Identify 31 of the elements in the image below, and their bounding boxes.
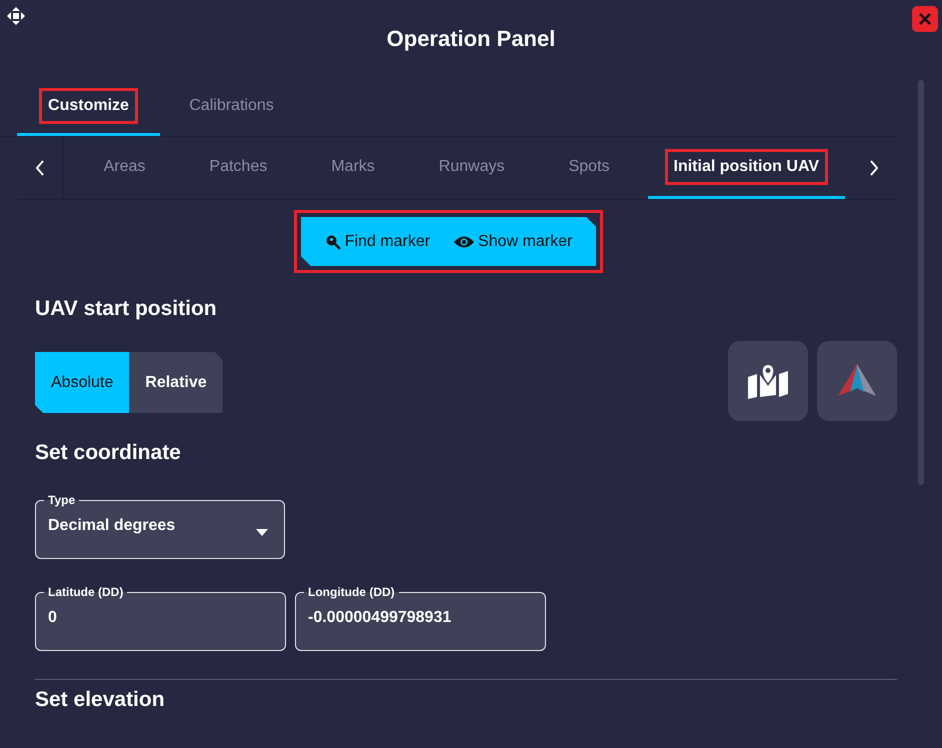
chevron-left-icon [34,160,44,176]
mode-toggle[interactable]: Absolute [35,352,130,413]
scrollbar[interactable] [918,80,924,485]
tab[interactable]: Areas [78,137,172,199]
section-heading: UAV start position [35,297,218,321]
tab[interactable]: Spots [542,137,636,199]
section-heading: Set coordinate [35,441,182,465]
marker-button[interactable]: Show marker [442,217,584,266]
tab[interactable]: Initial position UAV [648,137,845,199]
tool-button[interactable] [728,341,808,421]
tab[interactable]: Runways [412,137,531,199]
mode-toggle[interactable]: Relative [129,352,223,413]
chevron-right-icon [869,160,879,176]
window-title: Operation Panel [386,26,556,52]
section-heading: Set elevation [35,688,166,712]
move-icon[interactable] [6,6,26,26]
eye-icon [454,234,474,248]
close-button[interactable] [912,6,938,32]
caret-icon [256,529,268,536]
search-icon [324,234,341,250]
tab[interactable]: Customize [17,78,160,136]
tab[interactable]: Marks [305,137,401,199]
tab[interactable]: Calibrations [160,78,303,136]
tab[interactable]: Patches [183,137,294,199]
marker-button[interactable]: Find marker [312,217,442,266]
arrowhead-icon [838,364,876,398]
coordinate-field[interactable]: Latitude (DD) 0 [35,585,286,651]
close-icon [918,12,932,26]
coordinate-field[interactable]: Longitude (DD) -0.00000499798931 [295,585,546,651]
map-pin-icon [747,363,789,399]
type-select[interactable]: Type Decimal degrees [35,493,285,559]
